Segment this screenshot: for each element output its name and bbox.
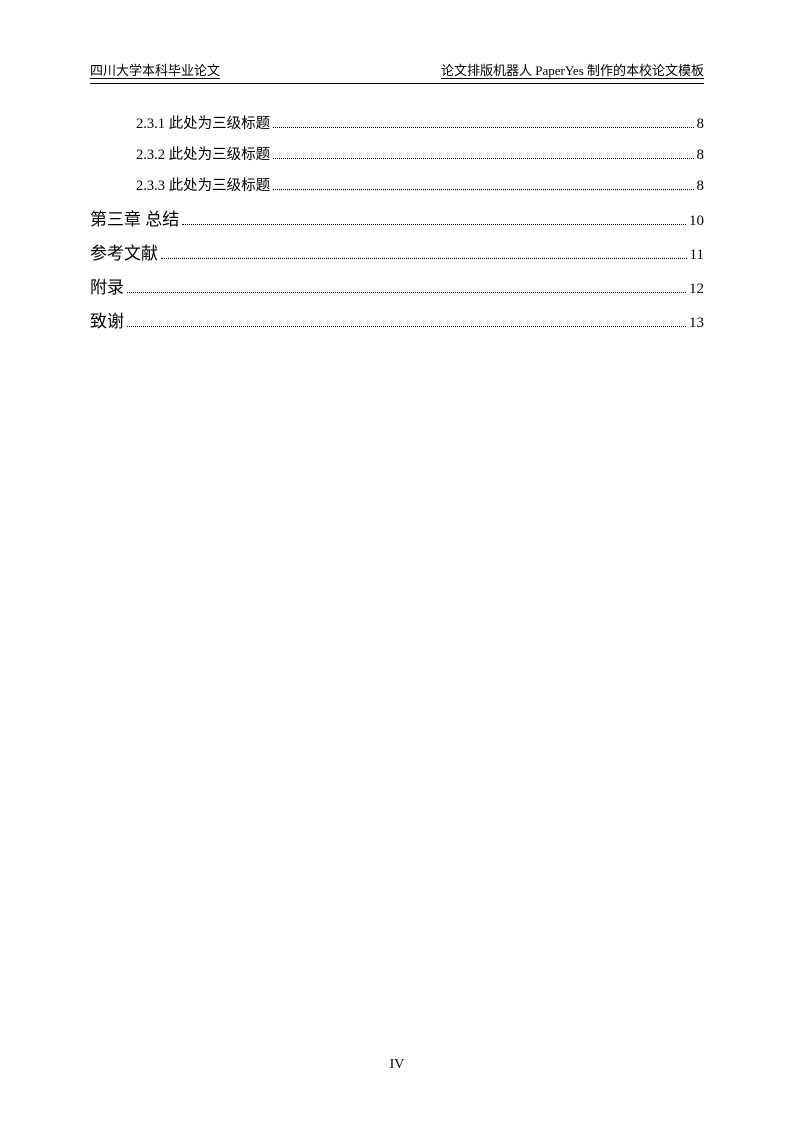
toc-entry-label: 参考文献 — [90, 240, 158, 267]
toc-entry-label: 2.3.2 此处为三级标题 — [136, 144, 270, 167]
page-number: IV — [390, 1057, 405, 1072]
toc-entry-page: 11 — [690, 243, 704, 267]
toc-leader-dots — [127, 326, 686, 327]
toc-entry-label: 2.3.1 此处为三级标题 — [136, 113, 270, 136]
toc-entry-page: 10 — [689, 209, 704, 233]
toc-entry-label: 致谢 — [90, 308, 124, 335]
toc-entry: 致谢 13 — [90, 308, 704, 335]
header-left-text: 四川大学本科毕业论文 — [90, 60, 220, 79]
toc-leader-dots — [182, 224, 686, 225]
toc-entry-label: 第三章 总结 — [90, 206, 179, 233]
toc-entry: 2.3.2 此处为三级标题 8 — [90, 143, 704, 167]
toc-entry-label: 附录 — [90, 274, 124, 301]
toc-leader-dots — [273, 189, 693, 190]
toc-leader-dots — [273, 158, 693, 159]
page-container: 四川大学本科毕业论文 论文排版机器人 PaperYes 制作的本校论文模板 2.… — [0, 0, 794, 1123]
page-header: 四川大学本科毕业论文 论文排版机器人 PaperYes 制作的本校论文模板 — [90, 60, 704, 84]
table-of-contents: 2.3.1 此处为三级标题 8 2.3.2 此处为三级标题 8 2.3.3 此处… — [90, 112, 704, 335]
toc-leader-dots — [127, 292, 686, 293]
toc-entry-label: 2.3.3 此处为三级标题 — [136, 175, 270, 198]
toc-entry-page: 8 — [697, 174, 705, 198]
page-footer: IV — [0, 1057, 794, 1073]
toc-entry-page: 13 — [689, 311, 704, 335]
toc-entry: 2.3.1 此处为三级标题 8 — [90, 112, 704, 136]
toc-entry: 参考文献 11 — [90, 240, 704, 267]
toc-entry: 2.3.3 此处为三级标题 8 — [90, 174, 704, 198]
toc-leader-dots — [161, 258, 687, 259]
toc-entry-page: 12 — [689, 277, 704, 301]
toc-leader-dots — [273, 127, 693, 128]
toc-entry: 第三章 总结 10 — [90, 206, 704, 233]
header-right-text: 论文排版机器人 PaperYes 制作的本校论文模板 — [441, 60, 704, 79]
toc-entry-page: 8 — [697, 143, 705, 167]
toc-entry-page: 8 — [697, 112, 705, 136]
toc-entry: 附录 12 — [90, 274, 704, 301]
